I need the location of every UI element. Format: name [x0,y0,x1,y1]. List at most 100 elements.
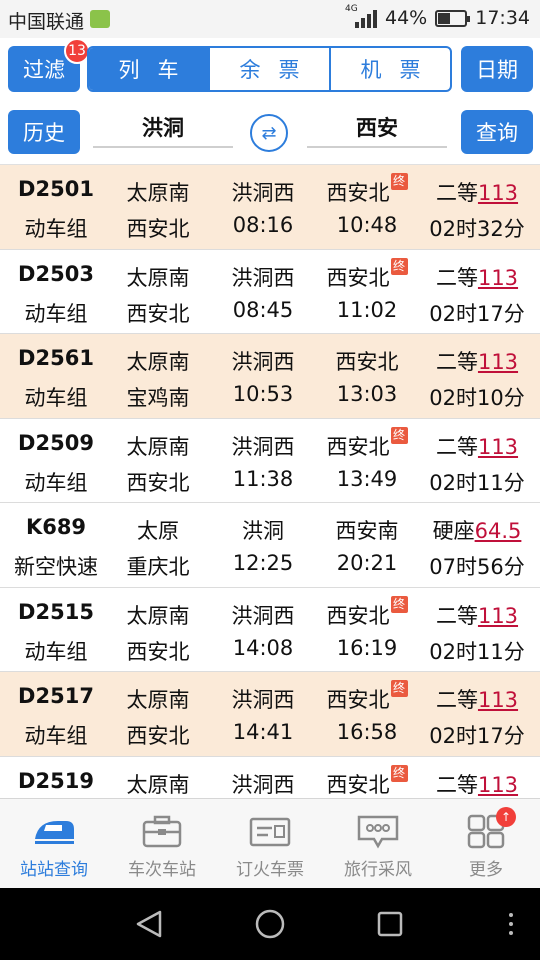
ticket-price-link[interactable]: 113 [478,181,518,205]
arrival-station-cell: 西安北 [316,346,418,376]
arrival-time: 10:48 [336,213,398,237]
seat-class: 二等 [435,772,478,797]
train-row[interactable]: D2501 动车组 太原南 西安北 洪洞西 08:16 10:48 02时32分 西安北终二等1… [0,165,540,250]
train-number: K689 [25,515,87,539]
departure-time: 10:53 [232,382,294,406]
train-type: 动车组 [24,639,88,664]
origin-station: 太原南 [126,603,190,628]
seat-price-cell: 二等113 [420,262,534,292]
tab-label: 订火车票 [236,860,304,880]
departure-time: 12:25 [232,551,294,575]
clock: 17:34 [475,7,530,29]
origin-station: 太原南 [126,434,190,459]
query-type-tabs: 列车 余票 机票 [87,46,452,92]
tab-travel-gallery[interactable]: 旅行采风 [324,799,432,888]
train-list[interactable]: D2501 动车组 太原南 西安北 洪洞西 08:16 10:48 02时32分 西安北终二等1… [0,164,540,798]
departure-time: 14:08 [232,635,294,660]
seat-price-cell: 二等113 [420,431,534,461]
departure-time: 14:41 [232,720,294,744]
train-row[interactable]: D2517 动车组 太原南 西安北 洪洞西 14:41 16:58 02时17分 西安北终二等1… [0,672,540,757]
filter-label: 过滤 [23,58,65,82]
seat-price-cell: 二等113 [420,600,534,630]
tab-station-query[interactable]: 站站查询 [0,799,108,888]
train-row[interactable]: D2519 太原南 洪洞西 西安北终二等113 [0,756,540,799]
swap-stations-icon[interactable]: ⇄ [250,114,288,152]
date-button[interactable]: 日期 [461,46,533,92]
train-row[interactable]: D2561 动车组 太原南 宝鸡南 洪洞西 10:53 13:03 02时10分 西安北 二等11… [0,334,540,419]
departure-time: 08:16 [232,213,294,237]
arrival-station-cell: 西安北终 [316,257,418,292]
train-number: D2561 [18,346,94,370]
departure-station: 洪洞西 [231,772,295,797]
tab-label: 车次车站 [128,860,196,880]
departure-time: 11:38 [232,466,294,491]
ticket-price-link[interactable]: 64.5 [475,519,522,543]
tab-book-ticket[interactable]: 订火车票 [216,799,324,888]
origin-station: 太原南 [126,688,190,712]
destination-station: 西安北 [126,724,190,748]
train-row[interactable]: D2503 动车组 太原南 西安北 洪洞西 08:45 11:02 02时17分 西安北终二等1… [0,249,540,334]
recents-icon[interactable] [377,911,403,937]
train-type: 动车组 [24,217,88,241]
ticket-price-link[interactable]: 113 [478,350,518,374]
arrival-station: 西安北 [335,350,399,374]
overflow-menu-icon[interactable] [509,913,513,935]
train-icon [35,821,74,844]
seat-class: 二等 [435,265,478,290]
arrival-station-cell: 西安北终 [316,595,418,630]
seat-class: 二等 [435,434,478,459]
home-icon[interactable] [255,909,285,939]
departure-station: 洪洞西 [231,434,295,459]
origin-station: 太原南 [126,772,190,797]
tab-train-station[interactable]: 车次车站 [108,799,216,888]
terminal-station-badge: 终 [390,764,408,782]
bottom-tab-bar: 站站查询 车次车站 订火车票 旅行采风 ↑ 更多 [0,798,540,888]
departure-station: 洪洞西 [231,181,295,205]
arrival-station: 西安北 [326,688,390,712]
tab-more[interactable]: ↑ 更多 [432,799,540,888]
back-icon[interactable] [136,910,162,938]
arrival-station: 西安北 [326,434,390,459]
update-badge: ↑ [496,807,516,827]
tab-label: 旅行采风 [344,860,412,880]
search-button[interactable]: 查询 [461,110,533,154]
ticket-price-link[interactable]: 113 [478,604,518,628]
to-station-field[interactable]: 西安 [307,108,447,148]
arrival-station: 西安北 [326,181,390,205]
ticket-price-link[interactable]: 113 [478,435,518,459]
train-number: D2519 [18,768,94,793]
departure-station: 洪洞西 [231,350,295,374]
filter-button[interactable]: 过滤 13 [8,38,90,92]
terminal-station-badge: 终 [390,426,408,444]
travel-duration: 02时17分 [429,301,525,326]
history-button[interactable]: 历史 [8,110,80,154]
train-row[interactable]: D2515 动车组 太原南 西安北 洪洞西 14:08 16:19 02时11分 西安北终二等1… [0,587,540,672]
seat-class: 二等 [435,603,478,628]
train-row[interactable]: D2509 动车组 太原南 西安北 洪洞西 11:38 13:49 02时11分 西安北终二等1… [0,418,540,503]
signal-icon: 4G [345,4,377,28]
destination-station: 重庆北 [126,555,190,579]
origin-station: 太原 [137,519,179,543]
train-type: 动车组 [24,470,88,495]
from-station-field[interactable]: 洪洞 [93,108,233,148]
tab-train[interactable]: 列车 [89,48,208,90]
ticket-price-link[interactable]: 113 [478,773,518,797]
seat-price-cell: 二等113 [420,346,534,376]
chat-bubble-icon [357,815,399,849]
train-number: D2501 [18,177,94,201]
ticket-price-link[interactable]: 113 [478,688,518,712]
train-row[interactable]: K689 新空快速 太原 重庆北 洪洞 12:25 20:21 07时56分 西安南 硬座64.5 [0,503,540,588]
destination-station: 宝鸡南 [126,386,190,410]
seat-price-cell: 二等113 [420,769,534,799]
carrier-name: 中国联通 [8,11,85,33]
network-type: 4G [345,4,358,14]
train-number: D2509 [18,430,94,455]
tab-flight-tickets[interactable]: 机票 [329,48,450,90]
arrival-time: 11:02 [336,297,398,322]
train-type: 动车组 [24,301,88,326]
train-type: 新空快速 [14,555,98,579]
tab-remaining-tickets[interactable]: 余票 [208,48,329,90]
briefcase-icon [142,815,182,848]
seat-price-cell: 二等113 [420,684,534,714]
ticket-price-link[interactable]: 113 [478,266,518,290]
